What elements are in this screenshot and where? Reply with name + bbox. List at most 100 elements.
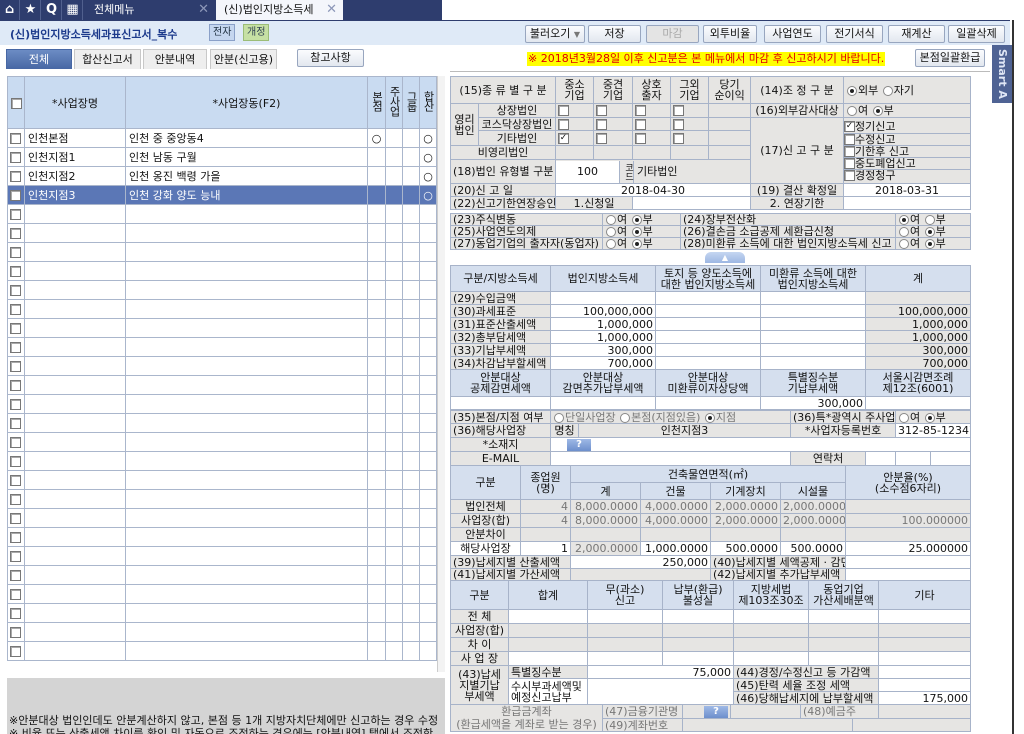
main-business-marker[interactable] bbox=[385, 508, 403, 528]
radio-yes[interactable] bbox=[606, 215, 616, 225]
table-row[interactable] bbox=[7, 565, 437, 585]
checkbox[interactable] bbox=[10, 285, 21, 296]
tax-value-cell[interactable]: 700,000 bbox=[550, 356, 656, 370]
group-marker[interactable] bbox=[402, 508, 420, 528]
radio-yes[interactable] bbox=[899, 215, 909, 225]
site-name[interactable] bbox=[24, 432, 126, 452]
checkbox[interactable] bbox=[10, 532, 21, 543]
hq-marker[interactable] bbox=[367, 489, 386, 509]
allocation-value-cell[interactable] bbox=[450, 396, 551, 410]
allocation-value-cell[interactable]: 1,000.0000 bbox=[640, 541, 711, 556]
table-row[interactable] bbox=[7, 584, 437, 604]
site-name[interactable] bbox=[24, 318, 126, 338]
hq-marker[interactable]: ○ bbox=[367, 128, 386, 148]
combined-marker[interactable] bbox=[419, 413, 437, 433]
site-address[interactable] bbox=[125, 394, 368, 414]
checkbox[interactable] bbox=[635, 105, 647, 117]
combined-marker[interactable] bbox=[419, 451, 437, 471]
checkbox[interactable] bbox=[596, 132, 608, 144]
site-address[interactable] bbox=[125, 337, 368, 357]
site-name[interactable] bbox=[24, 299, 126, 319]
s44-value[interactable] bbox=[878, 665, 971, 679]
site-address[interactable] bbox=[125, 318, 368, 338]
row-checkbox[interactable] bbox=[7, 242, 25, 262]
allocation-value-cell[interactable]: 500.0000 bbox=[710, 541, 781, 556]
site-address[interactable]: 인천 옹진 백령 가을 bbox=[125, 166, 368, 186]
column-header-main-business[interactable]: 주사업 bbox=[385, 76, 403, 129]
site-address[interactable]: 인천 강화 양도 능내 bbox=[125, 185, 368, 205]
main-business-marker[interactable] bbox=[385, 413, 403, 433]
hq-marker[interactable] bbox=[367, 413, 386, 433]
table-row[interactable] bbox=[7, 489, 437, 509]
site-address[interactable] bbox=[125, 413, 368, 433]
group-marker[interactable] bbox=[402, 565, 420, 585]
site-address[interactable] bbox=[125, 546, 368, 566]
table-row[interactable] bbox=[7, 641, 437, 661]
group-marker[interactable] bbox=[402, 375, 420, 395]
row-checkbox[interactable] bbox=[7, 375, 25, 395]
site-name[interactable] bbox=[24, 261, 126, 281]
checkbox[interactable] bbox=[635, 118, 647, 130]
checkbox[interactable]: ✓ bbox=[558, 132, 570, 144]
help-icon[interactable]: ? bbox=[567, 439, 591, 451]
hq-marker[interactable] bbox=[367, 280, 386, 300]
table-row[interactable] bbox=[7, 622, 437, 642]
group-marker[interactable] bbox=[402, 603, 420, 623]
payment-value-cell[interactable] bbox=[878, 651, 971, 666]
combined-marker[interactable] bbox=[419, 223, 437, 243]
tax-value-cell[interactable]: 1,000,000 bbox=[550, 330, 656, 344]
help-icon[interactable]: ? bbox=[704, 706, 728, 718]
checkbox-closure[interactable] bbox=[844, 158, 856, 169]
allocation-value-cell[interactable] bbox=[550, 396, 656, 410]
table-row[interactable] bbox=[7, 527, 437, 547]
checkbox[interactable] bbox=[10, 456, 21, 467]
combined-marker[interactable] bbox=[419, 470, 437, 490]
checkbox-correction-claim[interactable] bbox=[844, 170, 856, 181]
site-name[interactable]: 인천지점2 bbox=[24, 166, 126, 186]
collapse-up-button[interactable]: ▲ bbox=[705, 252, 745, 263]
group-marker[interactable] bbox=[402, 280, 420, 300]
site-name[interactable] bbox=[24, 375, 126, 395]
special-withholding-value[interactable]: 75,000 bbox=[587, 665, 734, 679]
combined-marker[interactable] bbox=[419, 299, 437, 319]
main-business-marker[interactable] bbox=[385, 318, 403, 338]
payment-value-cell[interactable] bbox=[808, 609, 879, 624]
column-header-site-name[interactable]: *사업장명 bbox=[24, 76, 126, 129]
column-header-hq[interactable]: 본점 bbox=[367, 76, 386, 129]
tax-value-cell[interactable] bbox=[550, 291, 656, 305]
table-row[interactable] bbox=[7, 432, 437, 452]
main-business-marker[interactable] bbox=[385, 242, 403, 262]
radio-no[interactable] bbox=[631, 227, 642, 237]
hq-marker[interactable] bbox=[367, 318, 386, 338]
save-button[interactable]: 저장 bbox=[588, 25, 641, 43]
site-address[interactable] bbox=[125, 432, 368, 452]
checkbox[interactable] bbox=[673, 132, 685, 144]
calendar-icon[interactable]: ▦ bbox=[63, 0, 83, 20]
group-marker[interactable] bbox=[402, 432, 420, 452]
payment-value-cell[interactable] bbox=[662, 651, 734, 666]
tax-value-cell[interactable] bbox=[760, 317, 866, 331]
checkbox[interactable] bbox=[673, 105, 685, 117]
checkbox[interactable] bbox=[10, 133, 21, 144]
tax-value-cell[interactable] bbox=[655, 304, 761, 318]
table-row[interactable] bbox=[7, 451, 437, 471]
payment-value-cell[interactable] bbox=[733, 651, 809, 666]
site-address[interactable] bbox=[125, 242, 368, 262]
payment-value-cell[interactable] bbox=[662, 609, 734, 624]
checkbox[interactable] bbox=[10, 152, 21, 163]
site-address[interactable] bbox=[125, 280, 368, 300]
checkbox[interactable] bbox=[10, 399, 21, 410]
table-row[interactable] bbox=[7, 413, 437, 433]
table-row[interactable] bbox=[7, 603, 437, 623]
subtab-allocation-detail[interactable]: 안분내역 bbox=[143, 49, 207, 69]
main-business-marker[interactable] bbox=[385, 394, 403, 414]
combined-marker[interactable] bbox=[419, 375, 437, 395]
combined-marker[interactable] bbox=[419, 489, 437, 509]
site-address[interactable] bbox=[125, 451, 368, 471]
account-holder-input[interactable] bbox=[878, 704, 972, 719]
site-address[interactable] bbox=[125, 375, 368, 395]
site-address[interactable] bbox=[125, 470, 368, 490]
radio-yes[interactable] bbox=[899, 412, 910, 423]
checkbox[interactable] bbox=[10, 190, 21, 201]
checkbox[interactable] bbox=[558, 118, 570, 130]
